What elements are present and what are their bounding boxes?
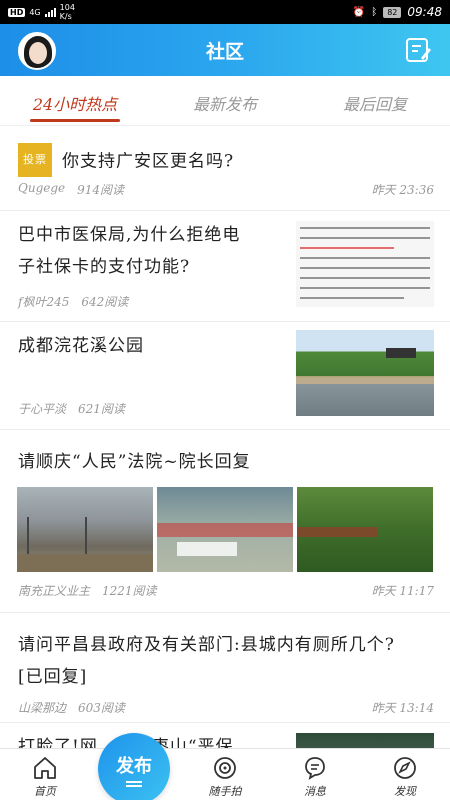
nav-messages[interactable]: 消息 (270, 749, 360, 800)
post-author: 于心平淡 (18, 402, 67, 416)
post-time: 昨天 23:36 (371, 183, 434, 197)
park-photo (296, 330, 434, 416)
page-title: 社区 (205, 41, 244, 63)
message-icon (305, 757, 325, 780)
network-speed: 104 K/s (59, 3, 75, 21)
nav-discover[interactable]: 发现 (360, 749, 450, 800)
publish-button[interactable]: 发布 (98, 733, 170, 800)
post-title: 请问平昌县政府及有关部门:县城内有厕所几个? (18, 635, 395, 655)
tab-24h-hot[interactable]: 24小时热点 (0, 76, 150, 125)
post-status: [已回复] (18, 667, 88, 687)
app-header: 社区 (0, 24, 450, 76)
compose-icon[interactable] (404, 36, 432, 64)
hd-badge: HD (8, 7, 26, 17)
post-time: 昨天 13:14 (371, 701, 434, 715)
post-reads: 621阅读 (78, 402, 125, 416)
post-image-3 (297, 487, 433, 572)
list-item[interactable]: 成都浣花溪公园 于心平淡 621阅读 (0, 322, 450, 430)
alarm-icon: ⏰ (352, 6, 366, 18)
post-thumbnail (296, 221, 434, 307)
bottom-nav: 首页 随手拍 消息 发现 (0, 748, 450, 800)
nav-home[interactable]: 首页 (0, 749, 90, 800)
bluetooth-icon: ᛒ (371, 6, 378, 18)
post-reads: 1221阅读 (102, 584, 157, 598)
menu-lines-icon (126, 780, 142, 787)
post-title: 巴中市医保局,为什么拒绝电 (18, 225, 241, 245)
list-item[interactable]: 请顺庆“人民”法院~院长回复 南充正义业主 1221阅读 昨天 11:17 (0, 430, 450, 613)
nav-snap[interactable]: 随手拍 (180, 749, 270, 800)
post-author: 山梁那边 (18, 701, 67, 715)
post-title: 请顺庆“人民”法院~院长回复 (18, 452, 251, 472)
post-time: 昨天 11:17 (371, 584, 434, 598)
compass-icon (394, 757, 416, 779)
tab-latest[interactable]: 最新发布 (150, 76, 300, 125)
post-author: 南充正义业主 (18, 584, 91, 598)
post-image-2 (157, 487, 293, 572)
active-tab-indicator (30, 119, 120, 122)
list-item[interactable]: 请问平昌县政府及有关部门:县城内有厕所几个? [已回复] 山梁那边 603阅读 … (0, 613, 450, 723)
post-reads: 603阅读 (78, 701, 125, 715)
list-item[interactable]: 投票 你支持广安区更名吗? Qugege 914阅读 昨天 23:36 (0, 135, 450, 211)
clock: 09:48 (407, 5, 442, 19)
post-image-1 (17, 487, 153, 572)
tab-bar: 24小时热点 最新发布 最后回复 (0, 76, 450, 126)
list-item[interactable]: 巴中市医保局,为什么拒绝电 子社保卡的支付功能? f枫叶245 642阅读 (0, 211, 450, 322)
signal-icon (44, 7, 56, 17)
post-reads: 914阅读 (77, 183, 125, 197)
post-author: f枫叶245 (18, 295, 70, 309)
battery-indicator: 82 (383, 6, 402, 18)
vote-badge: 投票 (18, 143, 52, 177)
post-title-cont: 子社保卡的支付功能? (18, 257, 191, 277)
tab-last-reply[interactable]: 最后回复 (300, 76, 450, 125)
post-title: 你支持广安区更名吗? (62, 151, 235, 172)
camera-snap-icon (214, 757, 236, 779)
home-icon (34, 757, 56, 779)
status-bar: HD 4G 104 K/s ⏰ ᛒ 82 09:48 (0, 0, 450, 24)
network-type: 4G (29, 7, 41, 17)
post-reads: 642阅读 (81, 295, 129, 309)
post-author: Qugege (18, 181, 66, 195)
